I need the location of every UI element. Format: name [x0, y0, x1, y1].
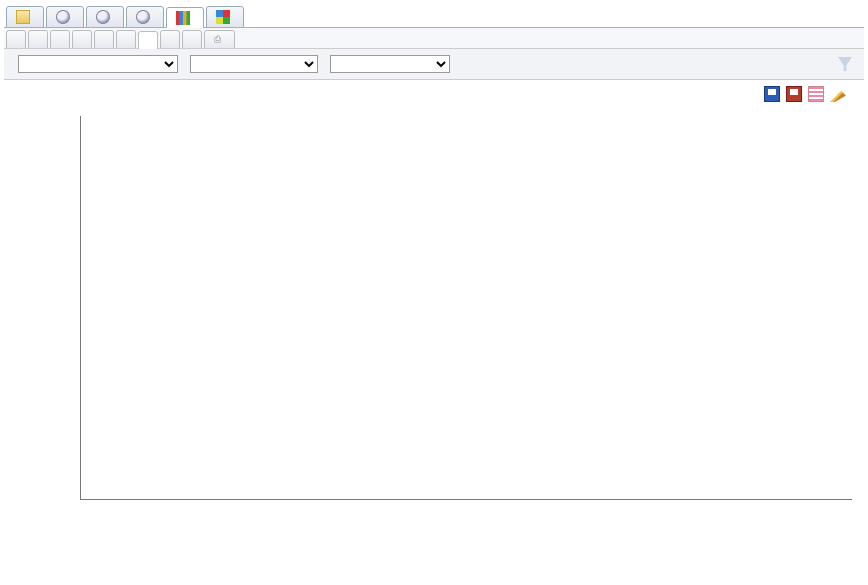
- filter-select[interactable]: [190, 55, 318, 73]
- bulb-icon: [136, 10, 150, 24]
- direction-select[interactable]: [330, 55, 450, 73]
- save-remove-icon[interactable]: [786, 86, 802, 102]
- chart-toolbar: [744, 86, 846, 102]
- subtab-sip[interactable]: [138, 31, 158, 49]
- interval-select[interactable]: [18, 55, 178, 73]
- chart-area: [12, 110, 856, 560]
- summary-icon: [16, 10, 30, 24]
- subtab-rtp-statistic[interactable]: [50, 30, 70, 48]
- tab-legs-by-header[interactable]: [126, 6, 164, 27]
- tabs-level1: [4, 4, 864, 28]
- funnel-icon: [838, 57, 852, 71]
- subtab-rtcp-max[interactable]: [94, 30, 114, 48]
- subtab-pdd-asr-sip[interactable]: [116, 30, 136, 48]
- subtab-codecs[interactable]: [160, 30, 180, 48]
- tab-legs-by-cid[interactable]: [86, 6, 124, 27]
- chart-plot[interactable]: [80, 116, 852, 500]
- filter-bar: [4, 49, 864, 80]
- tab-map[interactable]: [206, 6, 244, 27]
- x-axis: [80, 500, 852, 542]
- chart-icon: [176, 11, 190, 25]
- bulb-icon: [56, 10, 70, 24]
- subtab-loss-acd[interactable]: [6, 30, 26, 48]
- subtab-myvps[interactable]: [182, 30, 202, 48]
- tab-summary[interactable]: [6, 6, 44, 27]
- bulb-icon: [96, 10, 110, 24]
- subtab-filtered-cdr[interactable]: ⎙: [204, 30, 235, 48]
- chart-top-bar: [4, 80, 864, 106]
- tab-sip-history[interactable]: [46, 6, 84, 27]
- list-icon[interactable]: [808, 86, 824, 102]
- edit-icon[interactable]: [830, 86, 846, 102]
- map-icon: [216, 10, 230, 24]
- save-icon[interactable]: [764, 86, 780, 102]
- apply-filter-link[interactable]: [838, 57, 856, 71]
- subtab-calls[interactable]: [28, 30, 48, 48]
- tabs-level2: ⎙: [4, 28, 864, 49]
- tab-charts[interactable]: [166, 7, 204, 28]
- filter-mini-icon: ⎙: [214, 34, 221, 45]
- y-axis: [48, 116, 78, 500]
- subtab-rtcp-avg[interactable]: [72, 30, 92, 48]
